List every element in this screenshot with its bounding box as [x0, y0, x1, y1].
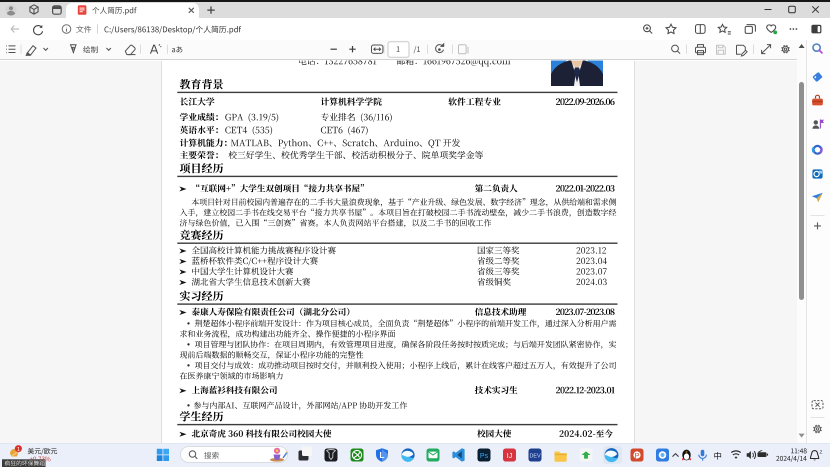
svg-text:1: 1	[17, 447, 20, 453]
svg-text:IJ: IJ	[507, 453, 512, 460]
svg-text:L: L	[380, 451, 385, 460]
svg-text:Ps: Ps	[480, 453, 489, 460]
svg-text:DEV: DEV	[529, 454, 540, 460]
svg-text:P: P	[635, 451, 640, 460]
svg-text:Z: Z	[820, 449, 823, 454]
